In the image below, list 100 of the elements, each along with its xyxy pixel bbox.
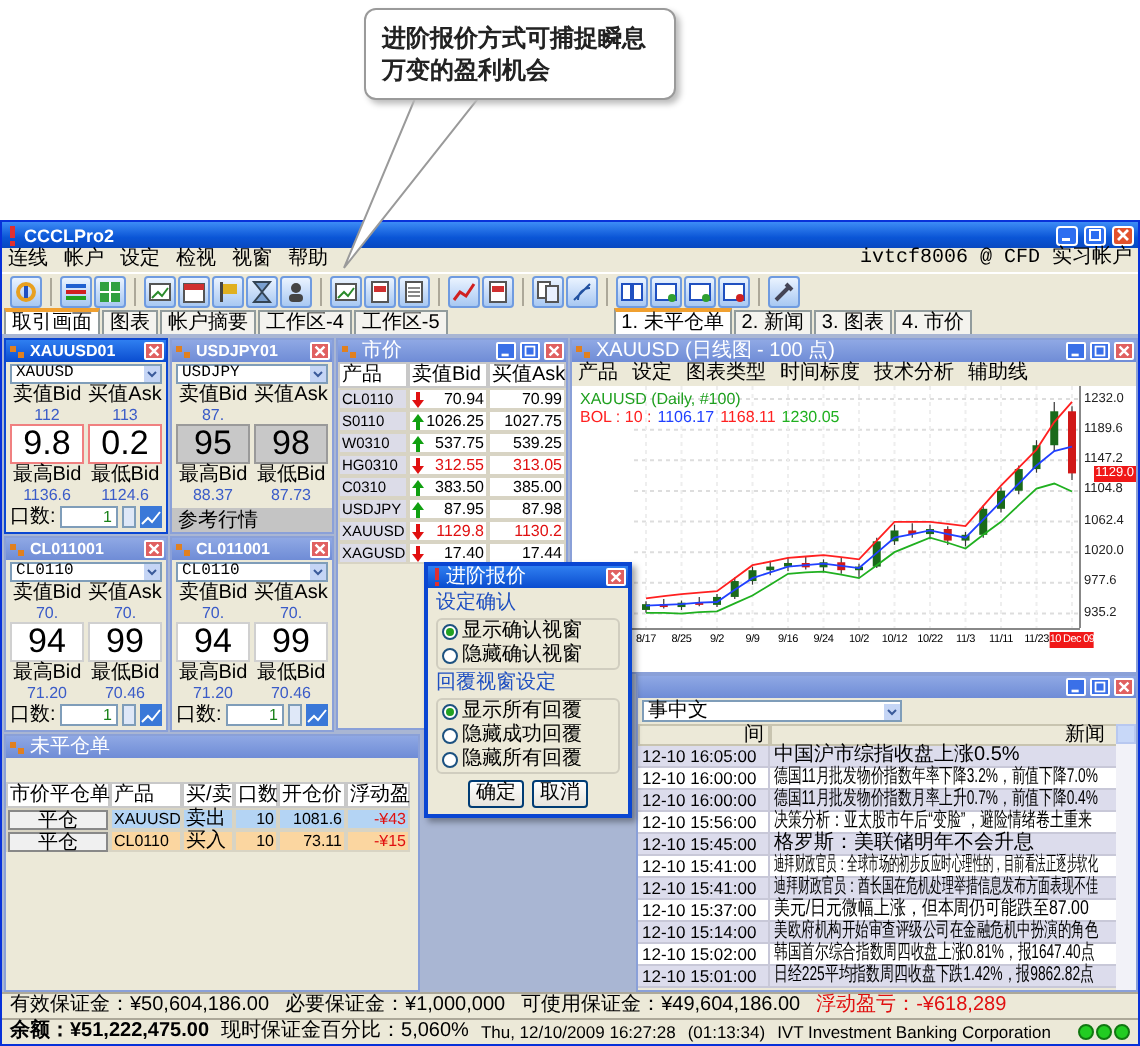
menu-item[interactable]: 技术分析: [874, 362, 954, 386]
workspace-tab[interactable]: 取引画面: [4, 308, 100, 334]
toolbar-button[interactable]: [482, 275, 514, 307]
line-chart-icon[interactable]: [306, 704, 328, 726]
menu-item[interactable]: 设定: [120, 248, 160, 272]
workspace-tab[interactable]: 工作区-5: [353, 310, 448, 334]
radio-button[interactable]: [442, 752, 458, 768]
minimize-button[interactable]: [1066, 678, 1086, 696]
bid-price-button[interactable]: 95: [176, 424, 250, 464]
dropdown-arrow-icon[interactable]: [884, 703, 900, 719]
dropdown-arrow-icon[interactable]: [144, 564, 160, 580]
minimize-button[interactable]: [1066, 342, 1086, 360]
close-button[interactable]: [1114, 342, 1134, 360]
line-chart-icon[interactable]: [140, 704, 162, 726]
menu-item[interactable]: 帐户: [64, 248, 104, 272]
view-tab[interactable]: 4. 市价: [894, 310, 973, 334]
menu-item[interactable]: 帮助: [288, 248, 328, 272]
scrollbar[interactable]: [1116, 724, 1136, 990]
close-button[interactable]: [310, 540, 330, 558]
close-position-button[interactable]: 平仓: [8, 832, 108, 852]
bid-cell[interactable]: 312.55: [408, 454, 488, 476]
toolbar-button[interactable]: [10, 275, 42, 307]
ask-price-button[interactable]: 98: [254, 424, 328, 464]
toolbar-button[interactable]: [718, 275, 750, 307]
news-time[interactable]: 12-10 15:37:00: [638, 900, 770, 922]
radio-button[interactable]: [442, 648, 458, 664]
bid-cell[interactable]: 1026.25: [408, 410, 488, 432]
radio-button[interactable]: [442, 624, 458, 640]
news-time[interactable]: 12-10 15:56:00: [638, 812, 770, 834]
news-time[interactable]: 12-10 15:41:00: [638, 878, 770, 900]
menu-item[interactable]: 时间标度: [780, 362, 860, 386]
menu-item[interactable]: 辅助线: [968, 362, 1028, 386]
news-time[interactable]: 12-10 16:00:00: [638, 768, 770, 790]
radio-label[interactable]: 显示所有回覆: [462, 700, 582, 724]
menu-item[interactable]: 检视: [176, 248, 216, 272]
ask-price-button[interactable]: 0.2: [88, 424, 162, 464]
bid-cell[interactable]: 87.95: [408, 498, 488, 520]
dropdown-arrow-icon[interactable]: [144, 366, 160, 382]
close-button[interactable]: [144, 540, 164, 558]
news-time[interactable]: 12-10 15:14:00: [638, 922, 770, 944]
radio-label[interactable]: 隐藏所有回覆: [462, 748, 582, 772]
toolbar-button[interactable]: [364, 275, 396, 307]
toolbar-button[interactable]: [768, 275, 800, 307]
dropdown-arrow-icon[interactable]: [310, 564, 326, 580]
close-button[interactable]: [144, 342, 164, 360]
close-button[interactable]: [1114, 678, 1134, 696]
news-time[interactable]: 12-10 15:01:00: [638, 966, 770, 988]
lots-field[interactable]: 1: [59, 704, 118, 726]
news-time[interactable]: 12-10 15:02:00: [638, 944, 770, 966]
close-button[interactable]: [310, 342, 330, 360]
toolbar-button[interactable]: [60, 275, 92, 307]
workspace-tab[interactable]: 帐户摘要: [160, 310, 256, 334]
ask-cell[interactable]: 70.99: [488, 388, 566, 410]
ask-cell[interactable]: 313.05: [488, 454, 566, 476]
bid-cell[interactable]: 70.94: [408, 388, 488, 410]
symbol-dropdown[interactable]: XAUUSD: [10, 364, 162, 384]
workspace-tab[interactable]: 工作区-4: [258, 310, 352, 334]
menu-item[interactable]: 视窗: [232, 248, 272, 272]
radio-button[interactable]: [442, 728, 458, 744]
ask-cell[interactable]: 385.00: [488, 476, 566, 498]
radio-button[interactable]: [442, 704, 458, 720]
close-button[interactable]: [544, 342, 564, 360]
ask-price-button[interactable]: 99: [88, 622, 162, 662]
maximize-button[interactable]: [1090, 678, 1110, 696]
bid-cell[interactable]: 1129.8: [408, 520, 488, 542]
toolbar-button[interactable]: [532, 275, 564, 307]
maximize-button[interactable]: [1090, 342, 1110, 360]
minimize-button[interactable]: [496, 342, 516, 360]
radio-label[interactable]: 隐藏成功回覆: [462, 724, 582, 748]
toolbar-button[interactable]: [616, 275, 648, 307]
bid-cell[interactable]: 17.40: [408, 542, 488, 564]
bid-price-button[interactable]: 94: [176, 622, 250, 662]
lots-field[interactable]: 1: [59, 506, 118, 528]
menu-item[interactable]: 图表类型: [686, 362, 766, 386]
bid-cell[interactable]: 537.75: [408, 432, 488, 454]
news-time[interactable]: 12-10 15:41:00: [638, 856, 770, 878]
news-time[interactable]: 12-10 15:45:00: [638, 834, 770, 856]
ask-cell[interactable]: 1027.75: [488, 410, 566, 432]
view-tab[interactable]: 2. 新闻: [733, 310, 812, 334]
toolbar-button[interactable]: [448, 275, 480, 307]
close-button[interactable]: [606, 568, 626, 586]
view-tab[interactable]: 1. 未平仓单: [613, 308, 732, 334]
view-tab[interactable]: 3. 图表: [813, 310, 893, 334]
toolbar-button[interactable]: [178, 275, 210, 307]
symbol-dropdown[interactable]: USDJPY: [176, 364, 328, 384]
dialog-button[interactable]: 取消: [532, 780, 588, 808]
news-time[interactable]: 12-10 16:05:00: [638, 746, 770, 768]
ask-cell[interactable]: 539.25: [488, 432, 566, 454]
dialog-button[interactable]: 确定: [468, 780, 524, 808]
toolbar-button[interactable]: [144, 275, 176, 307]
ask-cell[interactable]: 17.44: [488, 542, 566, 564]
toolbar-button[interactable]: [280, 275, 312, 307]
symbol-dropdown[interactable]: CL0110: [176, 562, 328, 582]
lots-field[interactable]: 1: [225, 704, 284, 726]
radio-label[interactable]: 隐藏确认视窗: [462, 644, 582, 668]
radio-label[interactable]: 显示确认视窗: [462, 620, 582, 644]
bid-price-button[interactable]: 9.8: [10, 424, 84, 464]
menu-item[interactable]: 产品: [578, 362, 618, 386]
ask-cell[interactable]: 1130.2: [488, 520, 566, 542]
line-chart-icon[interactable]: [140, 506, 162, 528]
